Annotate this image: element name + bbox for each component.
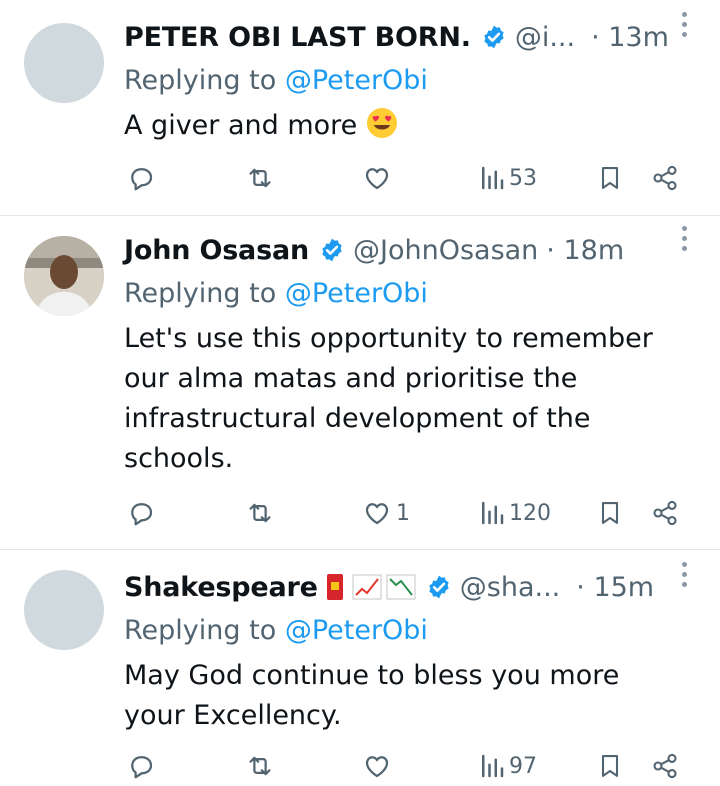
reply-icon	[131, 168, 153, 191]
view-count: 120	[509, 500, 551, 526]
bookmark-button[interactable]	[596, 493, 624, 533]
tweet-text-body: A giver and more	[124, 110, 358, 141]
handle[interactable]: @JohnOsasan	[353, 235, 538, 266]
share-button[interactable]	[651, 746, 679, 786]
repost-button[interactable]	[244, 493, 276, 533]
like-button[interactable]	[362, 158, 396, 198]
verified-badge-icon	[484, 25, 504, 49]
repost-icon	[249, 168, 271, 188]
replying-to: Replying to @PeterObi	[124, 278, 720, 314]
views-icon	[482, 754, 504, 778]
heart-icon	[365, 503, 389, 525]
timestamp[interactable]: · 18m	[546, 235, 624, 266]
replying-to: Replying to @PeterObi	[124, 615, 720, 651]
heart-eyes-emoji	[366, 108, 397, 138]
reply-icon	[131, 503, 153, 526]
share-button[interactable]	[651, 493, 679, 533]
repost-icon	[249, 503, 271, 523]
more-options-icon[interactable]	[682, 226, 690, 256]
replying-prefix: Replying to	[124, 278, 277, 309]
tweet-2[interactable]: John Osasan @JohnOsasan · 18m Replying t…	[0, 216, 720, 550]
verified-badge-icon	[429, 575, 449, 599]
tweet-text: May God continue to bless you more your …	[124, 660, 620, 731]
display-name[interactable]: PETER OBI LAST BORN.	[124, 22, 471, 53]
views-icon	[482, 501, 504, 525]
share-icon	[653, 500, 677, 526]
avatar[interactable]	[24, 236, 104, 316]
replying-prefix: Replying to	[124, 615, 277, 646]
avatar[interactable]	[24, 23, 104, 103]
chart-decreasing-emoji	[386, 574, 416, 600]
more-options-icon[interactable]	[682, 562, 690, 592]
share-icon	[653, 165, 677, 191]
more-options-icon[interactable]	[682, 12, 690, 42]
reply-button[interactable]	[126, 746, 156, 786]
tweet-text: Let's use this opportunity to remember o…	[124, 323, 653, 474]
bookmark-button[interactable]	[596, 746, 624, 786]
bookmark-icon	[601, 755, 619, 777]
display-name[interactable]: John Osasan	[124, 235, 309, 266]
handle[interactable]: @i...	[515, 22, 575, 53]
heart-icon	[365, 168, 389, 190]
replying-mention[interactable]: @PeterObi	[285, 615, 428, 646]
replying-mention[interactable]: @PeterObi	[285, 65, 428, 96]
reply-icon	[131, 756, 153, 779]
red-envelope-emoji	[326, 574, 343, 600]
chart-increasing-emoji	[352, 574, 382, 600]
avatar[interactable]	[24, 570, 104, 650]
share-icon	[653, 753, 677, 779]
view-count: 97	[509, 753, 537, 779]
views-button[interactable]: 120	[479, 493, 551, 533]
replying-prefix: Replying to	[124, 65, 277, 96]
timestamp[interactable]: · 15m	[576, 572, 654, 603]
repost-icon	[249, 756, 271, 776]
views-icon	[482, 166, 504, 190]
replying-to: Replying to @PeterObi	[124, 65, 720, 101]
reply-button[interactable]	[126, 158, 156, 198]
handle[interactable]: @sha...	[460, 572, 560, 603]
heart-icon	[365, 756, 389, 778]
views-button[interactable]: 97	[479, 746, 537, 786]
tweet-1[interactable]: PETER OBI LAST BORN. @i... · 13m Replyin…	[0, 0, 720, 216]
repost-button[interactable]	[244, 158, 276, 198]
verified-badge-icon	[322, 238, 342, 262]
timestamp[interactable]: · 13m	[591, 22, 669, 53]
avatar-photo	[24, 236, 104, 316]
tweet-text: A giver and more	[124, 106, 720, 146]
share-button[interactable]	[651, 158, 679, 198]
replying-mention[interactable]: @PeterObi	[285, 278, 428, 309]
like-count: 1	[396, 500, 410, 526]
bookmark-icon	[601, 167, 619, 189]
repost-button[interactable]	[244, 746, 276, 786]
bookmark-button[interactable]	[596, 158, 624, 198]
reply-button[interactable]	[126, 493, 156, 533]
like-button[interactable]: 1	[362, 493, 410, 533]
bookmark-icon	[601, 502, 619, 524]
view-count: 53	[509, 165, 537, 191]
views-button[interactable]: 53	[479, 158, 537, 198]
tweet-3[interactable]: Shakespeare @sha... · 15m Replying to @P…	[0, 550, 720, 785]
display-name[interactable]: Shakespeare	[124, 572, 318, 603]
like-button[interactable]	[362, 746, 396, 786]
